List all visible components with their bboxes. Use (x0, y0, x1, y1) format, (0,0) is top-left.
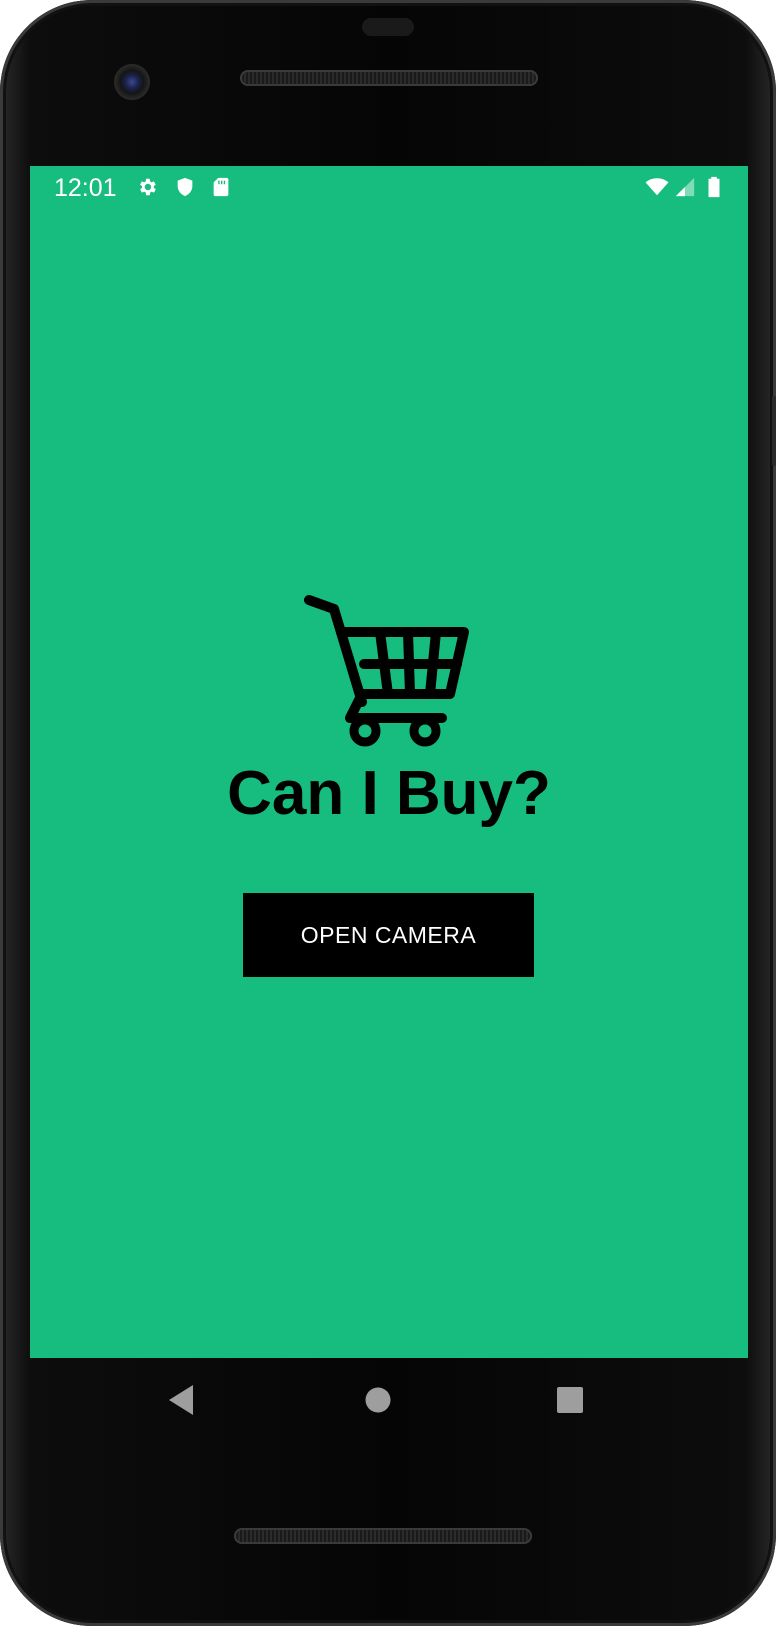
home-icon (365, 1387, 391, 1413)
open-camera-button[interactable]: OPEN CAMERA (243, 893, 534, 977)
settings-icon (140, 178, 156, 196)
bottom-speaker (234, 1528, 532, 1544)
wifi-icon (645, 178, 669, 196)
shield-icon (177, 177, 193, 197)
top-speaker (240, 70, 538, 86)
home-button[interactable] (356, 1378, 400, 1422)
screen: Can I Buy? OPEN CAMERA 12:01 (30, 166, 748, 1358)
front-camera (114, 64, 150, 100)
recents-icon (557, 1387, 583, 1413)
main-activity: Can I Buy? OPEN CAMERA (30, 166, 748, 1358)
battery-icon (708, 176, 720, 198)
back-icon (169, 1385, 193, 1415)
phone-frame: Can I Buy? OPEN CAMERA 12:01 (0, 0, 776, 1626)
app-title: Can I Buy? (227, 759, 551, 828)
status-time: 12:01 (54, 174, 117, 202)
sd-card-icon (213, 177, 229, 197)
power-button (772, 396, 776, 466)
recents-button[interactable] (548, 1378, 592, 1422)
navigation-bar (30, 1358, 748, 1446)
proximity-sensor (362, 18, 414, 36)
shopping-cart-icon (304, 595, 469, 747)
signal-icon (675, 177, 695, 197)
status-bar: 12:01 (30, 166, 748, 208)
back-button[interactable] (160, 1378, 204, 1422)
